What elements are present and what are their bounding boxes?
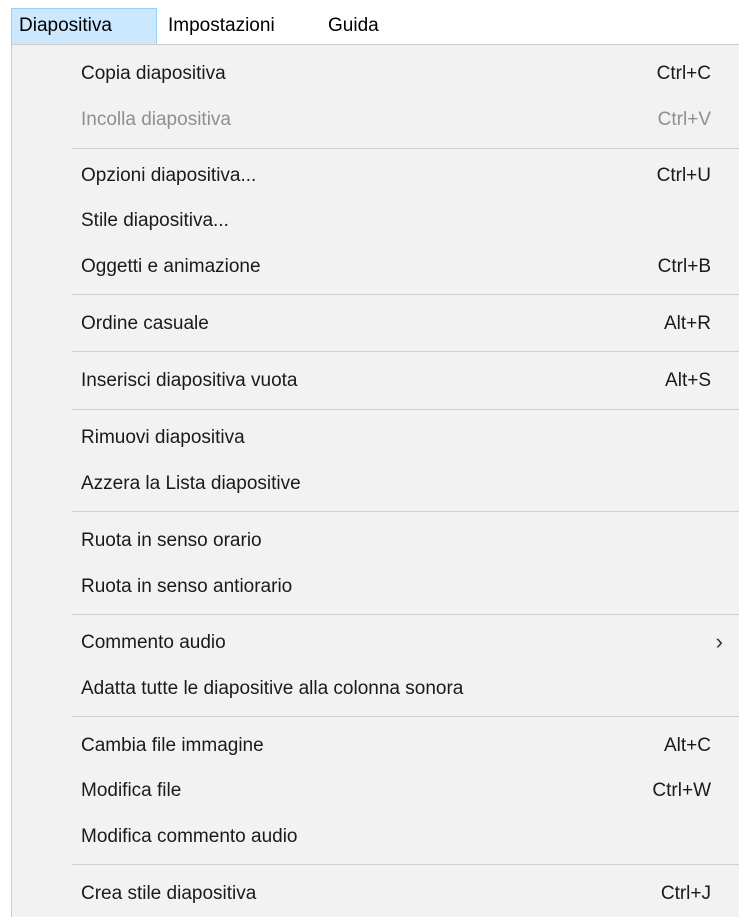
menu-item-label: Ordine casuale [81,313,209,334]
menu-item-modifica-commento-audio[interactable]: Modifica commento audio [12,816,739,858]
menu-item-label: Crea stile diapositiva [81,883,257,904]
menu-item-rimuovi-diapositiva[interactable]: Rimuovi diapositiva [12,417,739,459]
menu-separator [72,511,739,512]
menu-item-incolla-diapositiva[interactable]: Incolla diapositiva Ctrl+V [12,99,739,141]
menu-guida[interactable]: Guida [321,8,386,44]
menu-item-label: Modifica commento audio [81,826,298,847]
menu-separator [72,716,739,717]
menu-item-shortcut: Ctrl+U [656,165,711,186]
menu-item-label: Copia diapositiva [81,63,226,84]
menu-item-stile-diapositiva[interactable]: Stile diapositiva... [12,200,739,242]
menu-separator [72,294,739,295]
menu-item-shortcut: Ctrl+B [657,256,711,277]
menu-item-shortcut: Ctrl+W [652,780,711,801]
menu-item-label: Ruota in senso antiorario [81,576,293,597]
menu-item-crea-stile-diapositiva[interactable]: Crea stile diapositiva Ctrl+J [12,873,739,915]
menu-item-inserisci-diapositiva-vuota[interactable]: Inserisci diapositiva vuota Alt+S [12,360,739,402]
menu-item-label: Ruota in senso orario [81,530,262,551]
menu-item-copia-diapositiva[interactable]: Copia diapositiva Ctrl+C [12,53,739,95]
menu-separator [72,351,739,352]
menu-item-azzera-lista-diapositive[interactable]: Azzera la Lista diapositive [12,463,739,505]
menu-item-cambia-file-immagine[interactable]: Cambia file immagine Alt+C [12,725,739,767]
menu-separator [72,614,739,615]
menu-item-label: Azzera la Lista diapositive [81,473,301,494]
menu-item-ruota-senso-antiorario[interactable]: Ruota in senso antiorario [12,566,739,608]
menu-item-label: Cambia file immagine [81,735,264,756]
menu-item-label: Commento audio [81,632,226,653]
menu-item-shortcut: Alt+C [664,735,711,756]
menu-item-oggetti-e-animazione[interactable]: Oggetti e animazione Ctrl+B [12,246,739,288]
menu-separator [72,409,739,410]
menu-item-commento-audio[interactable]: Commento audio › [12,622,739,664]
menu-separator [72,864,739,865]
menu-item-opzioni-diapositiva[interactable]: Opzioni diapositiva... Ctrl+U [12,155,739,197]
menu-item-shortcut: Alt+S [665,370,711,391]
menu-diapositiva[interactable]: Diapositiva [11,8,157,44]
menu-item-label: Opzioni diapositiva... [81,165,257,186]
menu-impostazioni[interactable]: Impostazioni [161,8,282,44]
menu-item-label: Rimuovi diapositiva [81,427,245,448]
diapositiva-dropdown-menu: Copia diapositiva Ctrl+C Incolla diaposi… [11,44,739,917]
menu-item-modifica-file[interactable]: Modifica file Ctrl+W [12,770,739,812]
menu-item-adatta-diapositive-colonna-sonora[interactable]: Adatta tutte le diapositive alla colonna… [12,668,739,710]
menu-item-shortcut: Ctrl+C [656,63,711,84]
menu-item-shortcut: Ctrl+V [657,109,711,130]
menu-item-shortcut: Ctrl+J [660,883,711,904]
menu-item-label: Inserisci diapositiva vuota [81,370,298,391]
menu-separator [72,148,739,149]
chevron-right-icon: › [715,629,723,654]
menu-item-shortcut: Alt+R [664,313,711,334]
menu-item-ordine-casuale[interactable]: Ordine casuale Alt+R [12,303,739,345]
menu-item-label: Modifica file [81,780,182,801]
menu-item-label: Adatta tutte le diapositive alla colonna… [81,678,464,699]
menu-item-label: Incolla diapositiva [81,109,231,130]
menu-item-label: Oggetti e animazione [81,256,261,277]
menu-item-label: Stile diapositiva... [81,210,229,231]
menu-item-ruota-senso-orario[interactable]: Ruota in senso orario [12,520,739,562]
menu-bar: Diapositiva Impostazioni Guida [0,0,739,44]
